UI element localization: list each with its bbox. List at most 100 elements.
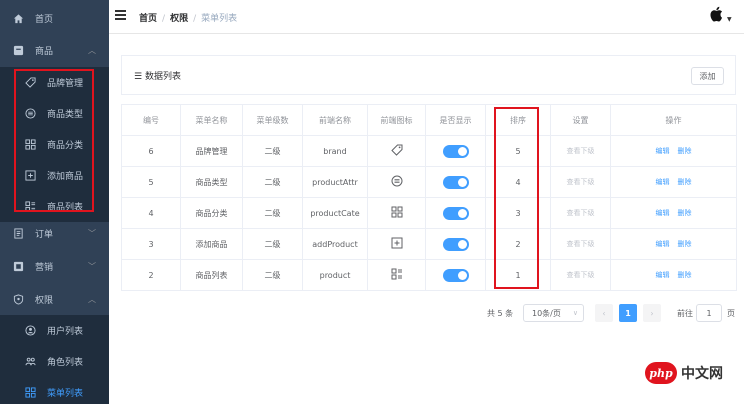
cell-fe-icon xyxy=(367,197,426,229)
show-toggle[interactable] xyxy=(442,237,469,251)
goto-page-input[interactable]: 1 xyxy=(696,304,722,322)
watermark-text: 中文网 xyxy=(681,366,723,382)
cell-level: 二级 xyxy=(242,197,303,229)
cell-setting: 查看下级 xyxy=(550,259,611,291)
tag-icon xyxy=(390,144,403,158)
cell-setting: 查看下级 xyxy=(550,135,611,167)
view-children-button[interactable]: 查看下级 xyxy=(567,147,595,155)
sidebar-item-label: 商品 xyxy=(35,47,54,57)
avatar[interactable] xyxy=(709,6,723,22)
breadcrumb-permission[interactable]: 权限 xyxy=(170,14,188,24)
order-icon xyxy=(12,228,24,240)
cell-name: 商品列表 xyxy=(180,259,243,291)
header-show: 是否显示 xyxy=(425,104,486,136)
cell-fe-icon xyxy=(367,228,426,260)
cell-fe-icon xyxy=(367,259,426,291)
delete-button[interactable]: 删除 xyxy=(678,240,692,248)
header-id: 编号 xyxy=(121,104,181,136)
cell-name: 添加商品 xyxy=(180,228,243,260)
marketing-icon xyxy=(12,261,24,273)
cell-fe-icon xyxy=(367,135,426,167)
table-row: 3 添加商品 二级 addProduct 2 查看下级 编辑 删除 xyxy=(121,228,737,260)
sidebar-item-permission[interactable]: 权限 ︿ xyxy=(0,284,109,315)
goto-label: 前往 xyxy=(677,309,693,318)
edit-button[interactable]: 编辑 xyxy=(656,178,670,186)
view-children-button[interactable]: 查看下级 xyxy=(567,271,595,279)
edit-button[interactable]: 编辑 xyxy=(656,147,670,155)
sidebar-item-users[interactable]: 用户列表 xyxy=(0,315,109,346)
cell-fe-name: brand xyxy=(302,135,368,167)
cell-id: 3 xyxy=(121,228,181,260)
grid-icon xyxy=(391,206,403,220)
sidebar-item-product[interactable]: 商品 ︿ xyxy=(0,35,109,66)
highlight-box xyxy=(14,69,94,212)
cell-level: 二级 xyxy=(242,259,303,291)
edit-button[interactable]: 编辑 xyxy=(656,240,670,248)
cell-name: 商品类型 xyxy=(180,166,243,198)
page-size-select[interactable]: 10条/页 ∨ xyxy=(523,304,584,322)
total-count: 共 5 条 xyxy=(487,309,514,318)
cell-show xyxy=(425,166,486,198)
highlight-box xyxy=(494,107,539,289)
header-fe-icon: 前端图标 xyxy=(367,104,426,136)
cell-show xyxy=(425,259,486,291)
show-toggle[interactable] xyxy=(442,206,469,220)
sidebar-item-menus[interactable]: 菜单列表 xyxy=(0,377,109,404)
hamburger-icon[interactable] xyxy=(115,10,126,20)
cell-actions: 编辑 删除 xyxy=(610,228,737,260)
cell-setting: 查看下级 xyxy=(550,228,611,260)
breadcrumb-separator: / xyxy=(162,14,166,24)
prev-page-button[interactable]: ‹ xyxy=(595,304,613,322)
view-children-button[interactable]: 查看下级 xyxy=(567,240,595,248)
list-icon xyxy=(391,268,403,282)
add-button[interactable]: 添加 xyxy=(691,67,724,85)
breadcrumb-current: 菜单列表 xyxy=(201,14,238,24)
cell-fe-name: productAttr xyxy=(302,166,368,198)
cell-id: 6 xyxy=(121,135,181,167)
sidebar-item-roles[interactable]: 角色列表 xyxy=(0,346,109,377)
cell-actions: 编辑 删除 xyxy=(610,197,737,229)
view-children-button[interactable]: 查看下级 xyxy=(567,209,595,217)
delete-button[interactable]: 删除 xyxy=(678,147,692,155)
delete-button[interactable]: 删除 xyxy=(678,178,692,186)
header-fe-name: 前端名称 xyxy=(302,104,368,136)
cell-fe-icon xyxy=(367,166,426,198)
edit-button[interactable]: 编辑 xyxy=(656,271,670,279)
page-number-button[interactable]: 1 xyxy=(619,304,637,322)
show-toggle[interactable] xyxy=(442,175,469,189)
sidebar-item-label: 订单 xyxy=(35,230,54,240)
type-icon xyxy=(391,175,403,189)
cell-actions: 编辑 删除 xyxy=(610,166,737,198)
next-page-button[interactable]: › xyxy=(643,304,661,322)
watermark: php 中文网 xyxy=(645,362,723,384)
delete-button[interactable]: 删除 xyxy=(678,271,692,279)
sidebar-item-order[interactable]: 订单 ﹀ xyxy=(0,218,109,249)
sidebar-item-marketing[interactable]: 营销 ﹀ xyxy=(0,251,109,282)
delete-button[interactable]: 删除 xyxy=(678,209,692,217)
php-logo: php xyxy=(645,362,677,384)
breadcrumb-home[interactable]: 首页 xyxy=(139,14,157,24)
header-level: 菜单级数 xyxy=(242,104,303,136)
table-row: 5 商品类型 二级 productAttr 4 查看下级 编辑 删除 xyxy=(121,166,737,198)
cell-actions: 编辑 删除 xyxy=(610,259,737,291)
caret-down-icon[interactable]: ▼ xyxy=(727,16,732,23)
cell-level: 二级 xyxy=(242,166,303,198)
cell-setting: 查看下级 xyxy=(550,166,611,198)
cell-name: 品牌管理 xyxy=(180,135,243,167)
header-actions: 操作 xyxy=(610,104,737,136)
table-header-row: 编号 菜单名称 菜单级数 前端名称 前端图标 是否显示 排序 设置 操作 xyxy=(121,104,737,136)
breadcrumb: 首页 / 权限 / 菜单列表 xyxy=(139,11,237,24)
cell-level: 二级 xyxy=(242,135,303,167)
sidebar: 首页 商品 ︿ 品牌管理 商品类型 商品分类 添加商品 商品列表 订单 ﹀ 营销… xyxy=(0,0,109,404)
view-children-button[interactable]: 查看下级 xyxy=(567,178,595,186)
show-toggle[interactable] xyxy=(442,268,469,282)
cell-setting: 查看下级 xyxy=(550,197,611,229)
edit-button[interactable]: 编辑 xyxy=(656,209,670,217)
page-size-value: 10条/页 xyxy=(532,308,561,318)
sidebar-item-label: 首页 xyxy=(35,15,54,25)
sidebar-item-home[interactable]: 首页 xyxy=(0,3,109,34)
cell-show xyxy=(425,135,486,167)
cell-fe-name: productCate xyxy=(302,197,368,229)
home-icon xyxy=(12,13,24,25)
show-toggle[interactable] xyxy=(442,144,469,158)
